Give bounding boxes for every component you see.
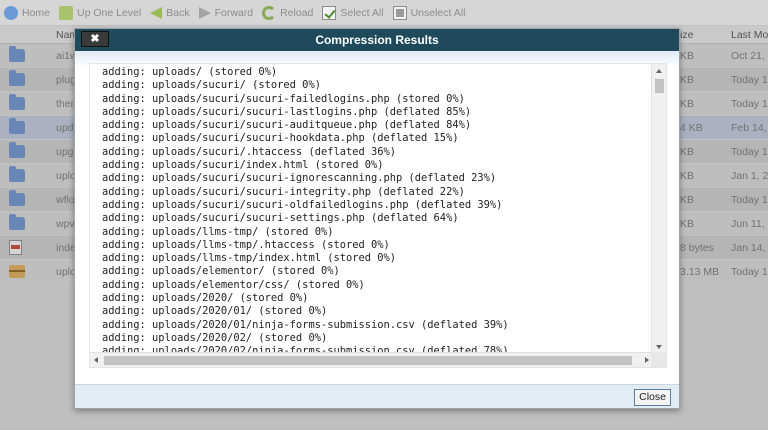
log-line: adding: uploads/llms-tmp/index.html (sto… <box>102 252 397 265</box>
home-label: Home <box>22 6 51 19</box>
log-line: adding: uploads/sucuri/sucuri-integrity.… <box>102 185 465 198</box>
unselect-all-button[interactable]: Unselect All <box>392 5 466 20</box>
log-text: adding: uploads/ (stored 0%) adding: uplo… <box>102 66 509 359</box>
compression-results-dialog: ✖ Compression Results adding: uploads/ (… <box>74 28 680 409</box>
log-line: adding: uploads/sucuri/ (stored 0%) <box>102 79 321 92</box>
select-all-button[interactable]: Select All <box>322 5 384 20</box>
dialog-title-bar: ✖ Compression Results <box>75 29 679 51</box>
log-line: adding: uploads/elementor/css/ (stored 0… <box>102 278 365 291</box>
log-line: adding: uploads/sucuri/sucuri-ignorescan… <box>102 172 497 185</box>
reload-label: Reload <box>280 6 314 19</box>
scroll-right-icon[interactable] <box>645 357 649 363</box>
scroll-down-icon[interactable] <box>656 345 662 349</box>
checkbox-unchecked-icon <box>392 5 407 20</box>
reload-icon <box>262 5 277 20</box>
log-line: adding: uploads/llms-tmp/ (stored 0%) <box>102 225 334 238</box>
dialog-body: adding: uploads/ (stored 0%) adding: uplo… <box>75 51 679 386</box>
checkbox-checked-icon <box>322 5 337 20</box>
horizontal-scroll-thumb[interactable] <box>104 356 632 365</box>
log-line: adding: uploads/2020/02/ (stored 0%) <box>102 331 328 344</box>
horizontal-scrollbar[interactable] <box>90 352 653 367</box>
home-icon <box>4 5 18 20</box>
log-line: adding: uploads/ (stored 0%) <box>102 66 278 78</box>
log-line: adding: uploads/sucuri/.htaccess (deflat… <box>102 145 397 158</box>
scroll-left-icon[interactable] <box>94 357 98 363</box>
log-line: adding: uploads/2020/ (stored 0%) <box>102 292 309 305</box>
home-button[interactable]: Home <box>4 5 51 20</box>
log-line: adding: uploads/llms-tmp/.htaccess (stor… <box>102 238 390 251</box>
log-line: adding: uploads/sucuri/sucuri-settings.p… <box>102 212 459 225</box>
close-icon[interactable]: ✖ <box>81 31 109 47</box>
log-line: adding: uploads/sucuri/sucuri-auditqueue… <box>102 119 472 132</box>
reload-button[interactable]: Reload <box>262 5 314 20</box>
log-line: adding: uploads/elementor/ (stored 0%) <box>102 265 340 278</box>
select-all-label: Select All <box>340 6 384 19</box>
log-line: adding: uploads/sucuri/sucuri-failedlogi… <box>102 92 465 105</box>
up-one-level-label: Up One Level <box>77 6 142 19</box>
close-button[interactable]: Close <box>634 389 671 406</box>
vertical-scrollbar[interactable] <box>651 64 666 354</box>
file-manager-toolbar: Home Up One Level Back Forward Reload Se… <box>0 0 768 26</box>
log-line: adding: uploads/2020/01/ (stored 0%) <box>102 305 328 318</box>
dialog-footer: Close <box>75 384 679 408</box>
back-button[interactable]: Back <box>150 6 190 19</box>
log-line: adding: uploads/sucuri/index.html (store… <box>102 159 384 172</box>
forward-button[interactable]: Forward <box>198 6 254 19</box>
unselect-all-label: Unselect All <box>410 6 466 19</box>
scroll-up-icon[interactable] <box>656 69 662 73</box>
up-one-level-button[interactable]: Up One Level <box>59 5 142 20</box>
dialog-title: Compression Results <box>315 33 439 47</box>
vertical-scroll-thumb[interactable] <box>655 79 664 93</box>
log-line: adding: uploads/sucuri/sucuri-lastlogins… <box>102 105 472 118</box>
log-line: adding: uploads/sucuri/sucuri-hookdata.p… <box>102 132 459 145</box>
forward-arrow-icon <box>198 6 211 19</box>
log-line: adding: uploads/sucuri/sucuri-oldfailedl… <box>102 198 503 211</box>
scroll-corner <box>651 352 666 367</box>
back-label: Back <box>166 6 190 19</box>
back-arrow-icon <box>150 6 163 19</box>
compression-log[interactable]: adding: uploads/ (stored 0%) adding: uplo… <box>89 63 667 368</box>
log-line: adding: uploads/2020/01/ninja-forms-subm… <box>102 318 509 331</box>
up-level-icon <box>59 5 74 20</box>
forward-label: Forward <box>214 6 254 19</box>
